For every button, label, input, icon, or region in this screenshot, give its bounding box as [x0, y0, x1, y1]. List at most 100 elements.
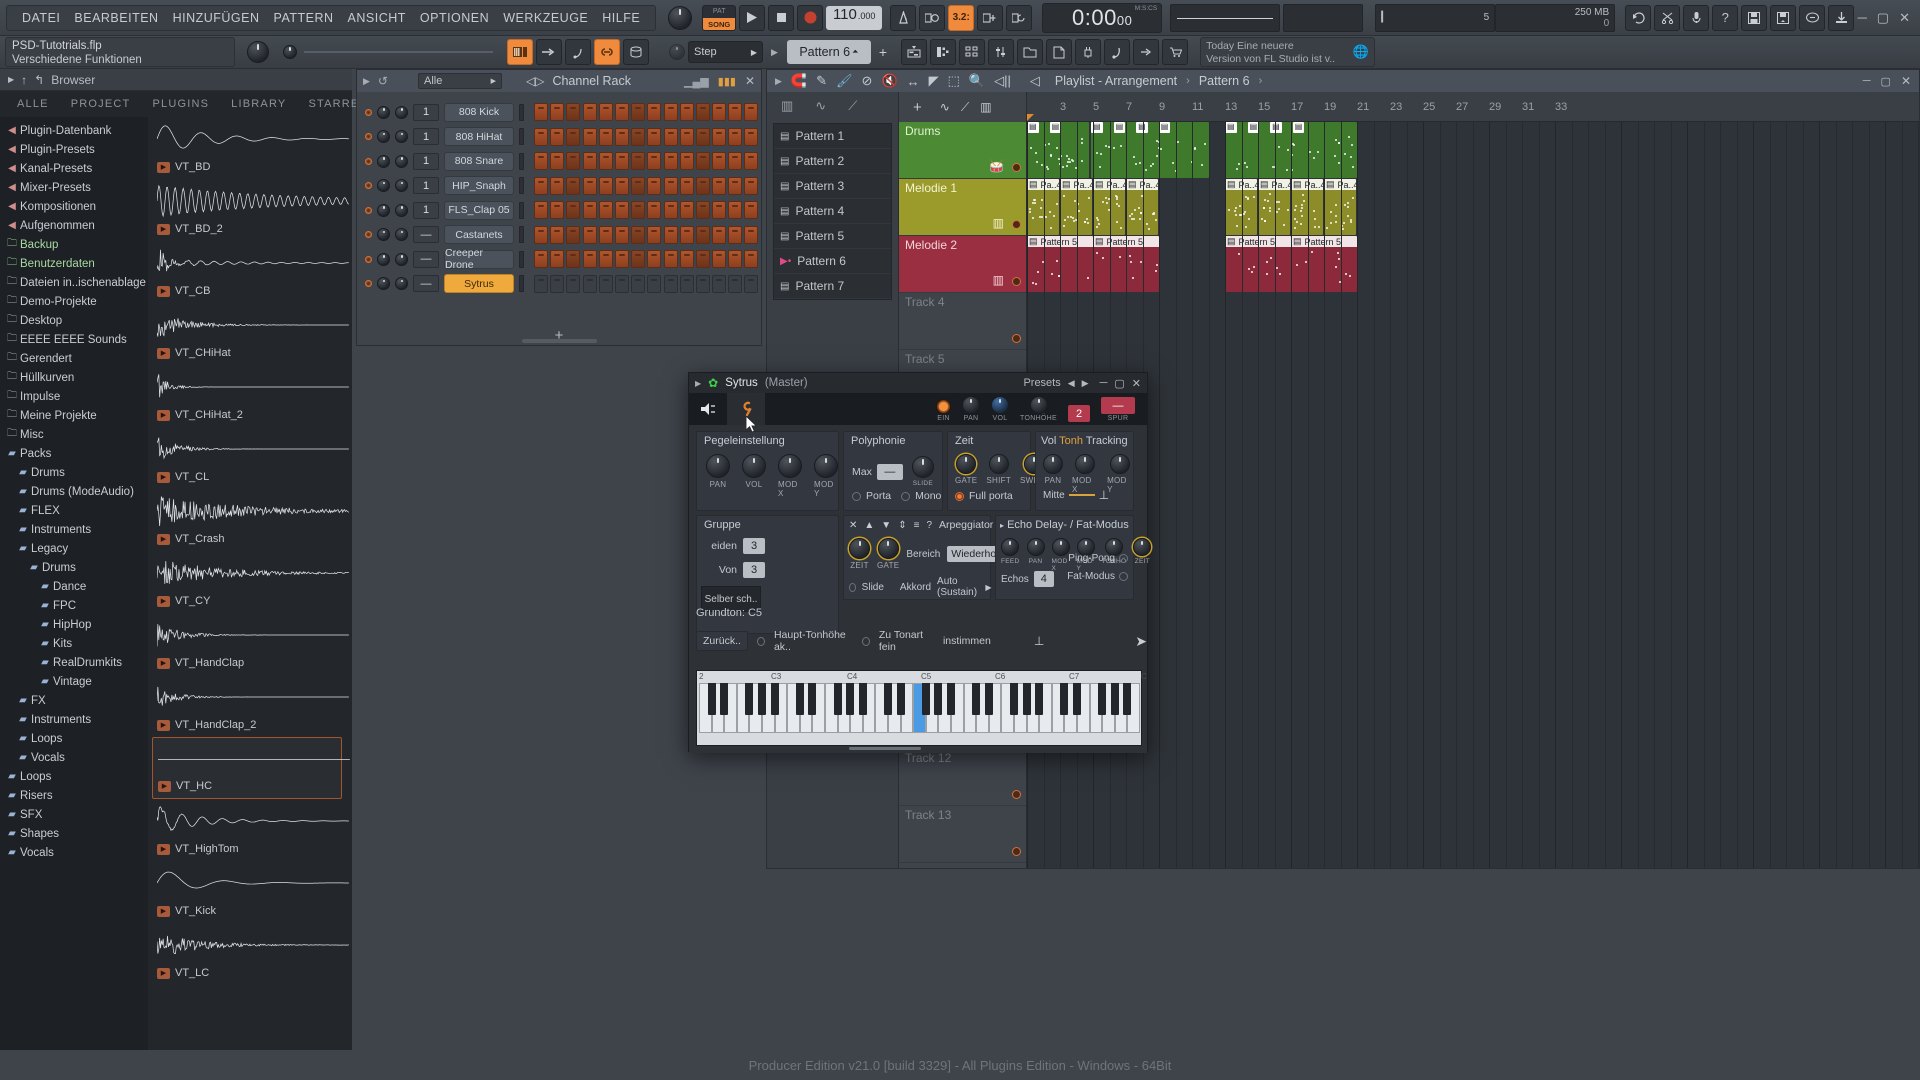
pattern-selector[interactable]: Pattern 6 ⏶	[787, 40, 871, 64]
tree-item-hiphop[interactable]: ▰ HipHop	[0, 615, 148, 634]
step-button[interactable]	[583, 226, 597, 244]
playlist-track-header[interactable]: Track 4	[899, 293, 1026, 350]
sound-goodies-icon[interactable]	[1104, 39, 1130, 65]
multilink-icon[interactable]	[1006, 5, 1032, 31]
sytrus-enable-knob[interactable]: EIN	[936, 399, 951, 422]
pattern-list-item[interactable]: ▤ Pattern 1	[774, 124, 891, 149]
piano-black-key[interactable]	[1035, 683, 1043, 715]
echo-knob-zeit[interactable]: ZEIT	[1133, 538, 1151, 572]
sytrus-minimize-icon[interactable]: ─	[1100, 377, 1108, 389]
step-button[interactable]	[664, 275, 678, 293]
step-button[interactable]	[728, 152, 742, 170]
help-icon[interactable]: ?	[1712, 5, 1738, 31]
tab-kan-icon[interactable]: ⟋	[961, 100, 969, 115]
step-button[interactable]	[712, 226, 726, 244]
tree-item-legacy[interactable]: ▰ Legacy	[0, 539, 148, 558]
sytrus-close-icon[interactable]: ✕	[1132, 377, 1141, 390]
channel-rack-row[interactable]: — Sytrus	[357, 272, 761, 297]
step-button[interactable]	[534, 275, 548, 293]
step-button[interactable]	[712, 103, 726, 121]
playlist-minimize-icon[interactable]: ─	[1863, 75, 1871, 87]
step-button[interactable]	[680, 275, 694, 293]
step-button[interactable]	[744, 275, 758, 293]
pingpong-radio[interactable]	[1119, 554, 1128, 563]
play-icon[interactable]: ▶	[157, 162, 170, 173]
step-button[interactable]	[664, 250, 678, 268]
level-knob-modx[interactable]: MOD X	[778, 454, 802, 498]
sytrus-maximize-icon[interactable]: ▢	[1114, 377, 1124, 390]
tree-item-eeee-eeee-sounds[interactable]: 🗀 EEEE EEEE Sounds	[0, 330, 148, 349]
level-knob-pan[interactable]: PAN	[706, 454, 730, 498]
step-button[interactable]	[583, 152, 597, 170]
step-button[interactable]	[583, 201, 597, 219]
level-knob-mody[interactable]: MOD Y	[814, 454, 838, 498]
tree-item-drums[interactable]: ▰ Drums	[0, 558, 148, 577]
echo-knob-pan[interactable]: PAN	[1027, 538, 1045, 572]
step-button[interactable]	[696, 226, 710, 244]
piano-black-key[interactable]	[947, 683, 955, 715]
step-button[interactable]	[744, 226, 758, 244]
piano-black-key[interactable]	[745, 683, 753, 715]
pattern-list-item[interactable]: ▶• Pattern 6	[774, 249, 891, 274]
window-maximize-icon[interactable]: ▢	[1877, 10, 1889, 26]
menu-item-bearbeiten[interactable]: BEARBEITEN	[67, 11, 165, 25]
channel-pan-knob[interactable]	[377, 106, 390, 119]
add-pattern-button[interactable]: +	[879, 44, 887, 60]
step-button[interactable]	[712, 201, 726, 219]
mute-icon[interactable]: 🔇	[881, 73, 897, 89]
magnet-icon[interactable]: 🧲	[791, 73, 807, 89]
fullporta-radio[interactable]	[955, 492, 964, 501]
echo-knob-feed[interactable]: FEED	[1001, 538, 1020, 572]
tree-item-instruments[interactable]: ▰ Instruments	[0, 520, 148, 539]
channel-volume-knob[interactable]	[395, 130, 408, 143]
step-button[interactable]	[744, 177, 758, 195]
slip-icon[interactable]: ↔	[907, 74, 920, 89]
play-icon[interactable]: ▶	[157, 596, 170, 607]
step-button[interactable]	[534, 128, 548, 146]
step-button[interactable]	[583, 128, 597, 146]
menu-item-ansicht[interactable]: ANSICHT	[341, 11, 413, 25]
piano-black-key[interactable]	[796, 683, 804, 715]
tree-item-benutzerdaten[interactable]: 🗀 Benutzerdaten	[0, 254, 148, 273]
tracking-knob-mody[interactable]: MOD Y	[1107, 454, 1133, 494]
channel-volume-knob[interactable]	[395, 228, 408, 241]
tracking-handle-icon[interactable]: ⊥	[1099, 488, 1109, 502]
project-info-panel[interactable]: PSD-Tutotrials.flp Verschiedene Funktion…	[5, 37, 235, 67]
piano-black-key[interactable]	[922, 683, 930, 715]
step-button[interactable]	[680, 201, 694, 219]
track-enable-led[interactable]	[1012, 220, 1021, 229]
channel-volume-knob[interactable]	[395, 277, 408, 290]
sytrus-pan-knob[interactable]: PAN	[962, 396, 980, 422]
arp-up-icon[interactable]: ▲	[864, 520, 874, 531]
channel-pan-knob[interactable]	[377, 155, 390, 168]
playlist-maximize-icon[interactable]: ▢	[1881, 75, 1891, 88]
porta-radio[interactable]	[852, 492, 861, 501]
step-button[interactable]	[599, 128, 613, 146]
countdown-button[interactable]: 3.2:	[948, 5, 974, 31]
step-button[interactable]	[550, 226, 564, 244]
channel-enable-led[interactable]	[365, 256, 372, 263]
channel-rack-row[interactable]: 1 808 HiHat	[357, 125, 761, 150]
poly-slide-knob[interactable]: SLIDE	[912, 456, 934, 487]
channel-rack-row[interactable]: 1 808 Kick	[357, 100, 761, 125]
play-icon[interactable]: ▶	[157, 534, 170, 545]
picker-automation-icon[interactable]: ⟋	[848, 98, 857, 114]
save-as-icon[interactable]	[1770, 5, 1796, 31]
step-button[interactable]	[534, 103, 548, 121]
menu-item-datei[interactable]: DATEI	[15, 11, 67, 25]
channel-enable-led[interactable]	[365, 182, 372, 189]
picker-piano-icon[interactable]: ▥	[781, 98, 793, 114]
comment-icon[interactable]	[1799, 5, 1825, 31]
channel-rack-row[interactable]: 1 808 Snare	[357, 149, 761, 174]
time-knob-shift[interactable]: SHIFT	[986, 454, 1011, 485]
step-button[interactable]	[664, 201, 678, 219]
step-button[interactable]	[712, 275, 726, 293]
wait-midi-icon[interactable]	[919, 5, 945, 31]
step-button[interactable]	[583, 275, 597, 293]
step-button[interactable]	[696, 177, 710, 195]
browser-tab-project[interactable]: PROJECT	[60, 95, 142, 113]
draw-icon[interactable]: ✎	[816, 73, 827, 89]
step-button[interactable]	[615, 226, 629, 244]
step-button[interactable]	[664, 226, 678, 244]
step-button[interactable]	[631, 201, 645, 219]
